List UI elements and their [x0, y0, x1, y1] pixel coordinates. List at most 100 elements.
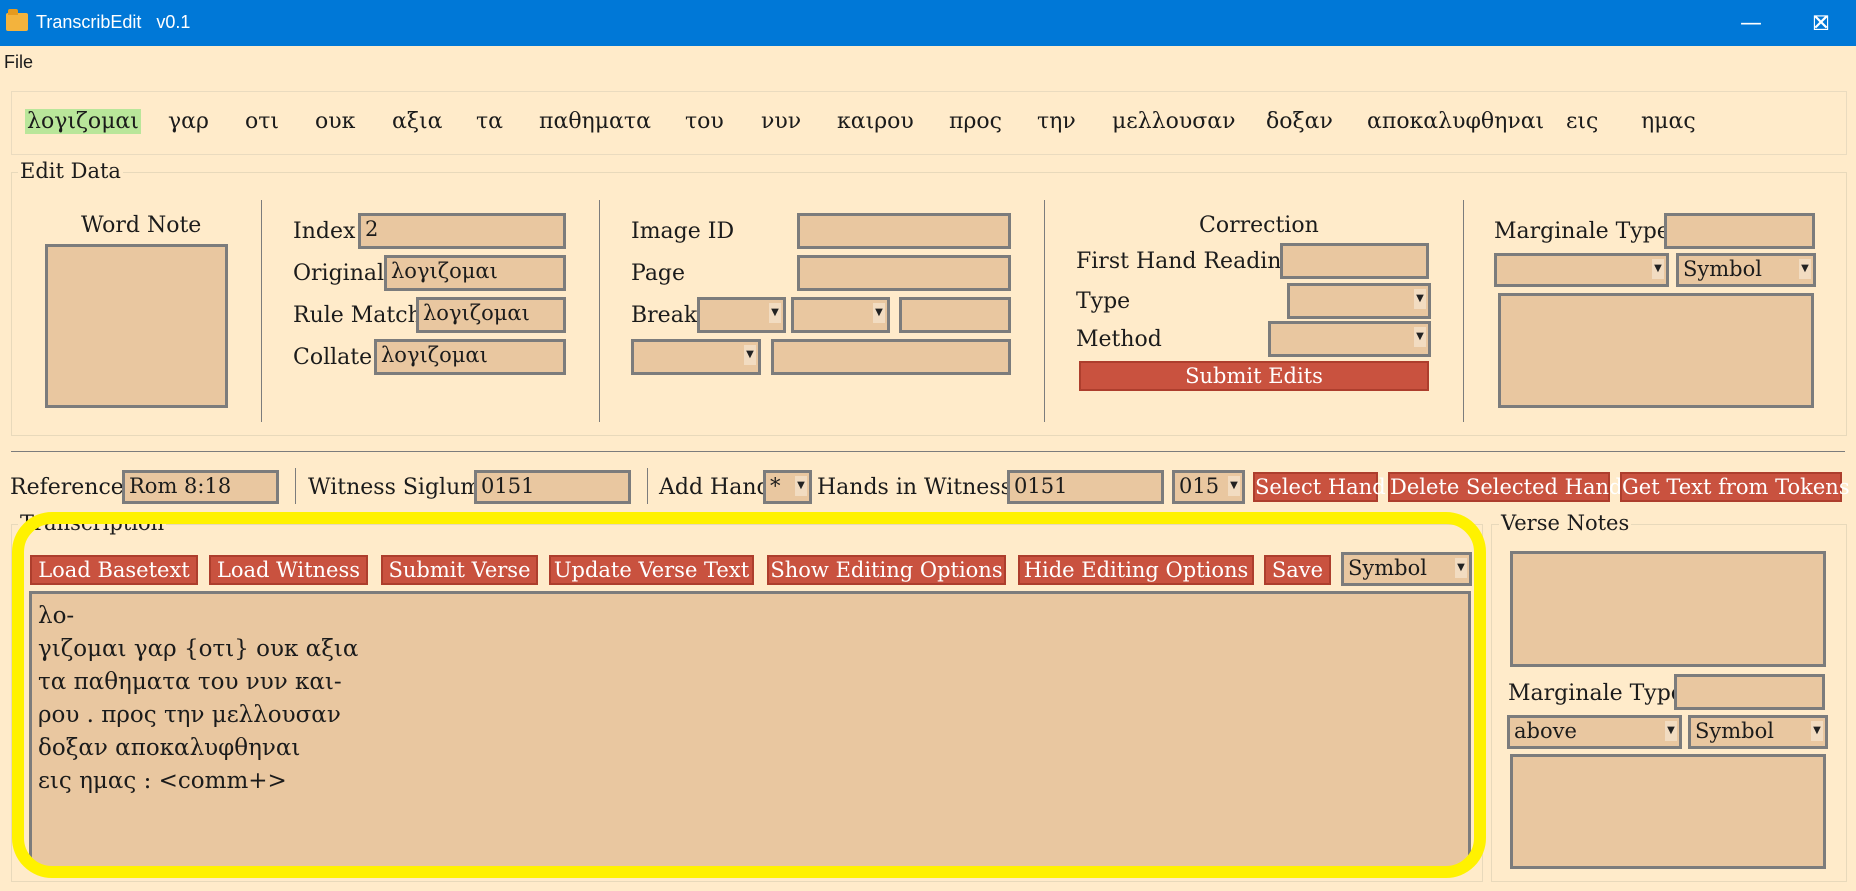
verse-notes-field[interactable] — [1510, 551, 1826, 667]
verse-marginale-type-field[interactable] — [1674, 674, 1825, 710]
chevron-down-icon: ▼ — [1228, 476, 1240, 496]
chevron-down-icon: ▼ — [1665, 721, 1677, 741]
marginale-symbol-value: Symbol — [1683, 257, 1762, 281]
hands-combo-value: 015 — [1179, 474, 1220, 498]
break-type-combo[interactable]: ▼ — [697, 297, 786, 333]
word-token[interactable]: δοξαν — [1264, 109, 1335, 134]
verse-marginale-text-field[interactable] — [1510, 754, 1826, 869]
index-field[interactable]: 2 — [358, 213, 566, 249]
word-note-field[interactable] — [45, 244, 228, 408]
add-hand-value: * — [770, 474, 781, 498]
marginale-position-combo[interactable]: ▼ — [1494, 253, 1669, 287]
break-extra-combo[interactable]: ▼ — [631, 339, 761, 375]
separator — [1463, 200, 1464, 422]
marginale-symbol-combo[interactable]: Symbol ▼ — [1676, 253, 1816, 287]
verse-notes-title: Verse Notes — [1499, 511, 1632, 535]
chevron-down-icon: ▼ — [873, 303, 885, 323]
transcription-text: λο- γιζομαι γαρ {οτι} ουκ αξια τα παθημα… — [38, 603, 359, 794]
image-id-field[interactable] — [797, 213, 1011, 249]
chevron-down-icon: ▼ — [1799, 259, 1811, 279]
get-text-from-tokens-button[interactable]: Get Text from Tokens — [1620, 472, 1850, 502]
separator — [1044, 200, 1045, 422]
word-token[interactable]: νυν — [759, 109, 803, 134]
chevron-down-icon: ▼ — [1811, 721, 1823, 741]
verse-marginale-position-combo[interactable]: above ▼ — [1507, 715, 1682, 749]
verse-marginale-position-value: above — [1514, 719, 1577, 743]
word-token[interactable]: οτι — [243, 109, 281, 134]
window-title: TranscribEdit v0.1 — [36, 12, 191, 32]
index-label: Index — [293, 219, 356, 244]
method-label: Method — [1076, 327, 1162, 352]
word-token[interactable]: λογιζομαι — [25, 109, 141, 134]
word-token[interactable]: γαρ — [166, 109, 211, 134]
break-number-field[interactable] — [899, 297, 1011, 333]
submit-verse-button[interactable]: Submit Verse — [381, 555, 538, 585]
image-id-label: Image ID — [631, 219, 735, 244]
break-sub-combo[interactable]: ▼ — [791, 297, 890, 333]
hands-in-witness-field[interactable]: 0151 — [1007, 470, 1164, 504]
menu-file[interactable]: File — [4, 52, 33, 73]
collate-field[interactable]: λογιζομαι — [374, 339, 566, 375]
show-editing-options-button[interactable]: Show Editing Options — [767, 555, 1006, 585]
load-basetext-button[interactable]: Load Basetext — [30, 555, 198, 585]
correction-type-label: Type — [1076, 289, 1131, 314]
word-token[interactable]: καιρου — [835, 109, 916, 134]
transcription-symbol-combo[interactable]: Symbol ▼ — [1341, 552, 1472, 586]
word-token[interactable]: μελλουσαν — [1110, 109, 1237, 134]
delete-selected-hand-button[interactable]: Delete Selected Hand — [1388, 472, 1622, 502]
method-combo[interactable]: ▼ — [1268, 321, 1431, 357]
transcription-text-area[interactable]: λο- γιζομαι γαρ {οτι} ουκ αξια τα παθημα… — [29, 591, 1471, 869]
add-hand-label: Add Hand — [659, 475, 771, 500]
marginale-text-field[interactable] — [1498, 293, 1814, 408]
collate-label: Collate — [293, 345, 373, 370]
verse-marginale-symbol-value: Symbol — [1695, 719, 1774, 743]
rule-match-field[interactable]: λογιζομαι — [416, 297, 566, 333]
word-token[interactable]: αποκαλυφθηναι — [1365, 109, 1546, 134]
submit-edits-button[interactable]: Submit Edits — [1079, 361, 1429, 391]
hands-combo[interactable]: 015 ▼ — [1172, 470, 1245, 504]
marginale-type-field[interactable] — [1664, 213, 1815, 249]
app-folder-icon — [6, 9, 28, 31]
save-button[interactable]: Save — [1264, 555, 1331, 585]
marginale-type-label: Marginale Type — [1494, 219, 1670, 244]
select-hand-button[interactable]: Select Hand — [1253, 472, 1386, 502]
break-extra-field[interactable] — [771, 339, 1011, 375]
title-bar: TranscribEdit v0.1 — ☐ — [0, 0, 1856, 46]
page-field[interactable] — [797, 255, 1011, 291]
page-label: Page — [631, 261, 686, 286]
correction-title: Correction — [1199, 213, 1319, 238]
word-token[interactable]: προς — [947, 109, 1004, 134]
rule-match-label: Rule Match — [293, 303, 422, 328]
add-hand-combo[interactable]: * ▼ — [763, 470, 812, 504]
witness-siglum-field[interactable]: 0151 — [474, 470, 631, 504]
chevron-down-icon: ▼ — [1414, 327, 1426, 347]
reference-label: Reference — [10, 475, 124, 500]
word-token[interactable]: ημας — [1639, 109, 1698, 134]
first-hand-label: First Hand Reading — [1076, 249, 1296, 274]
correction-type-combo[interactable]: ▼ — [1287, 283, 1431, 319]
hide-editing-options-button[interactable]: Hide Editing Options — [1018, 555, 1254, 585]
update-verse-text-button[interactable]: Update Verse Text — [549, 555, 754, 585]
close-icon[interactable]: ✕ — [1786, 0, 1856, 46]
chevron-down-icon: ▼ — [1414, 289, 1426, 309]
first-hand-field[interactable] — [1280, 243, 1429, 279]
word-token[interactable]: αξια — [390, 109, 444, 134]
witness-siglum-label: Witness Siglum — [308, 475, 482, 500]
word-token[interactable]: εις — [1564, 109, 1600, 134]
transcription-title: Transcription — [18, 511, 167, 535]
load-witness-button[interactable]: Load Witness — [209, 555, 368, 585]
chevron-down-icon: ▼ — [744, 345, 756, 365]
chevron-down-icon: ▼ — [795, 476, 807, 496]
menu-bar: File — [0, 46, 1856, 78]
edit-data-title: Edit Data — [18, 159, 123, 183]
minimize-icon[interactable]: — — [1716, 0, 1786, 46]
reference-field[interactable]: Rom 8:18 — [122, 470, 279, 504]
word-token[interactable]: τα — [474, 109, 505, 134]
original-field[interactable]: λογιζομαι — [384, 255, 566, 291]
word-token[interactable]: του — [683, 109, 726, 134]
separator — [599, 200, 600, 422]
verse-marginale-symbol-combo[interactable]: Symbol ▼ — [1688, 715, 1828, 749]
word-token[interactable]: παθηματα — [537, 109, 653, 134]
word-token[interactable]: ουκ — [313, 109, 357, 134]
word-token[interactable]: την — [1035, 109, 1078, 134]
